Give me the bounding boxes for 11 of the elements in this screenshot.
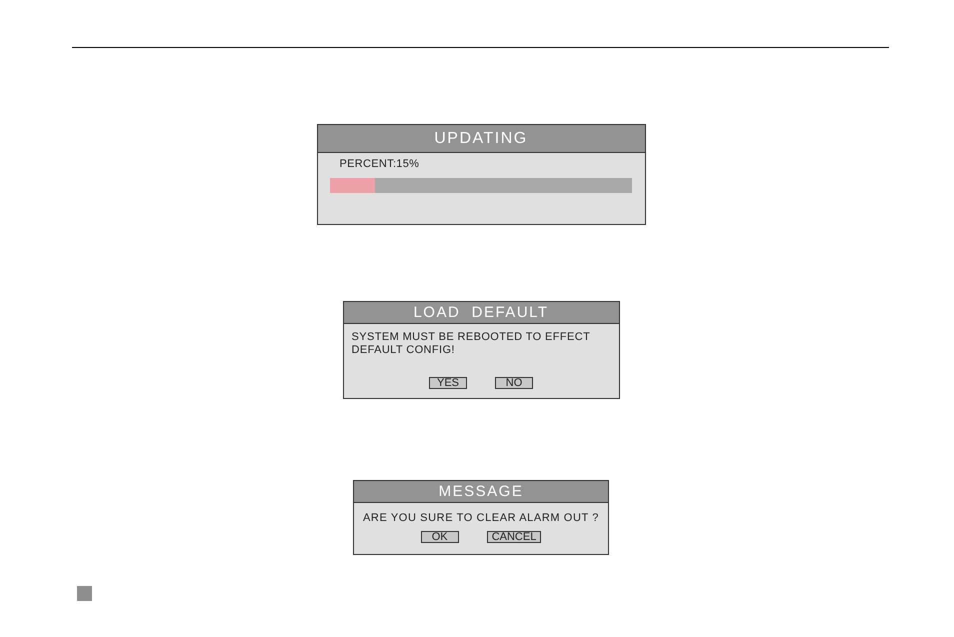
dialog-title: UPDATING xyxy=(318,125,644,153)
dialog-button[interactable]: YES xyxy=(429,377,467,389)
dialog-message: ARE YOU SURE TO CLEAR ALARM OUT ? xyxy=(362,512,600,525)
dialog-message: SYSTEM MUST BE REBOOTED TO EFFECT DEFAULT CONFIG! xyxy=(352,331,592,357)
percent-label: PERCENT:15% xyxy=(338,158,420,170)
dialog-button[interactable]: NO xyxy=(495,377,533,389)
page-marker xyxy=(77,586,92,601)
dialog-title: MESSAGE xyxy=(354,481,608,503)
dialog-button[interactable]: OK xyxy=(420,531,459,543)
dialog-title: LOAD DEFAULT xyxy=(344,302,618,324)
dialog-button[interactable]: CANCEL xyxy=(486,531,542,543)
